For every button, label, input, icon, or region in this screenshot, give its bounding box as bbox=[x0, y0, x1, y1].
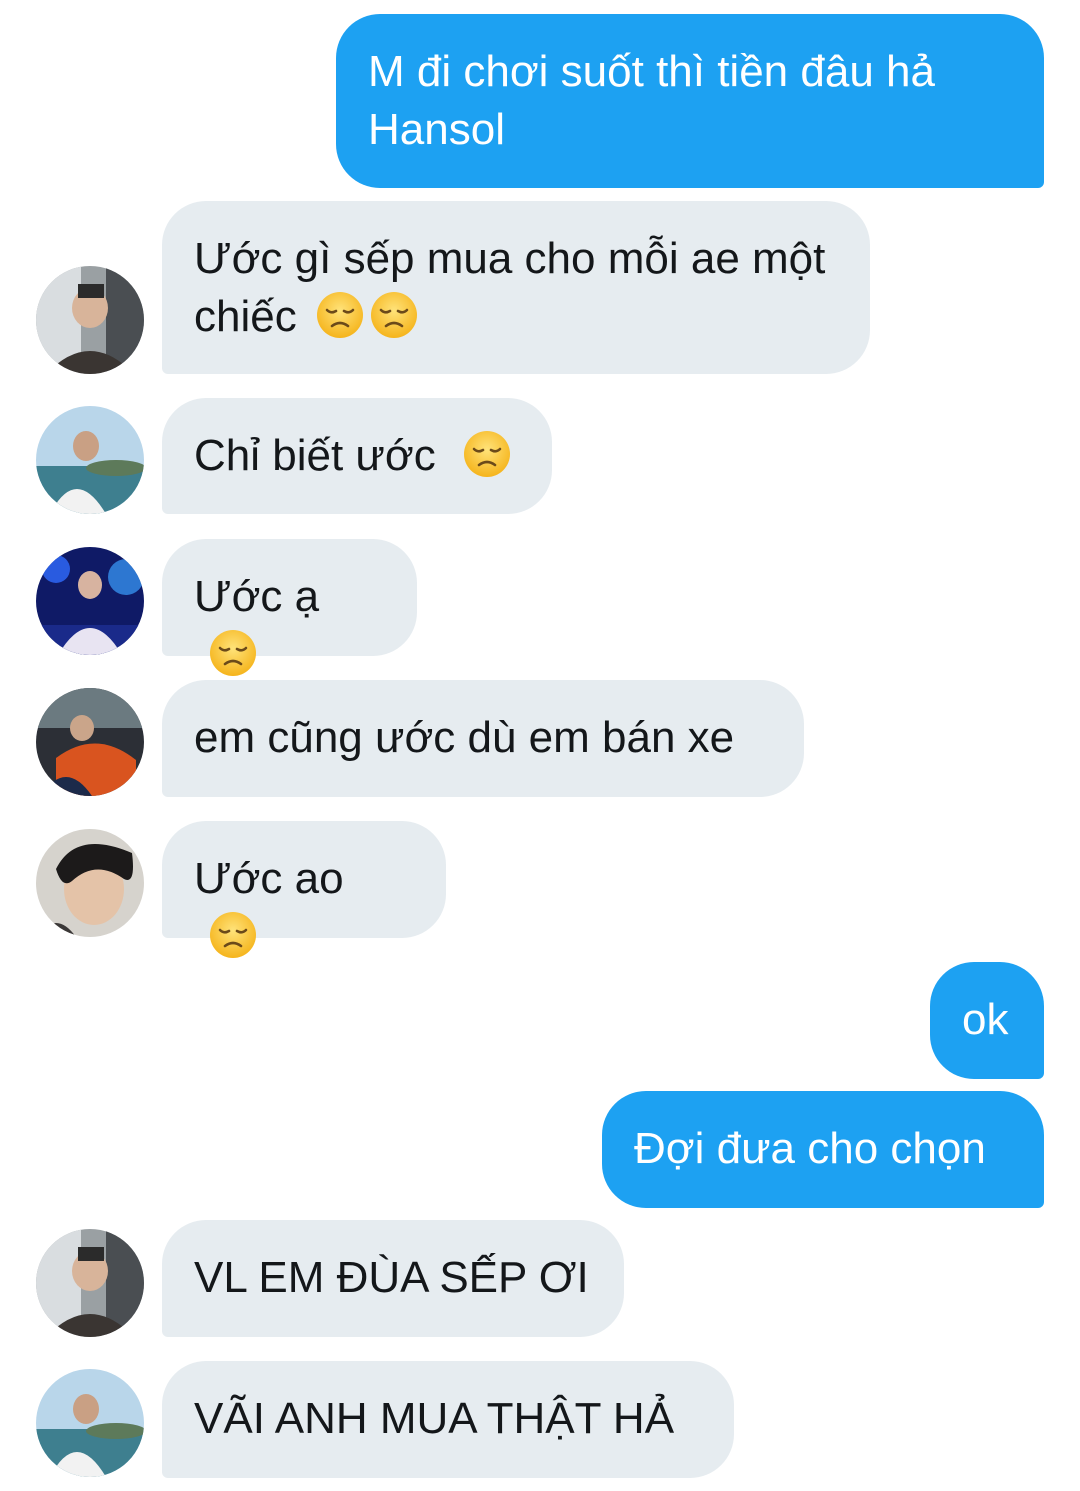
avatar[interactable] bbox=[36, 547, 144, 655]
received-message[interactable]: Ước ạ bbox=[162, 539, 417, 656]
message-text: Ước gì sếp mua cho mỗi ae một chiếc bbox=[194, 234, 826, 341]
avatar[interactable] bbox=[36, 1229, 144, 1337]
avatar[interactable] bbox=[36, 1369, 144, 1477]
message-text: M đi chơi suốt thì tiền đâu hả Hansol bbox=[368, 47, 935, 154]
avatar[interactable] bbox=[36, 688, 144, 796]
received-message[interactable]: Ước gì sếp mua cho mỗi ae một chiếc bbox=[162, 201, 870, 374]
message-text: Ước ao bbox=[194, 854, 344, 903]
received-message[interactable]: Chỉ biết ước bbox=[162, 398, 552, 514]
message-text: Chỉ biết ước bbox=[194, 431, 436, 480]
message-text: VL EM ĐÙA SẾP ƠI bbox=[194, 1253, 589, 1302]
disappointed-face-icon bbox=[315, 290, 365, 340]
disappointed-face-icon bbox=[208, 628, 258, 678]
sent-message[interactable]: M đi chơi suốt thì tiền đâu hả Hansol bbox=[336, 14, 1044, 188]
message-text: Ước ạ bbox=[194, 572, 320, 621]
avatar[interactable] bbox=[36, 829, 144, 937]
received-message[interactable]: VÃI ANH MUA THẬT HẢ bbox=[162, 1361, 734, 1478]
received-message[interactable]: em cũng ước dù em bán xe bbox=[162, 680, 804, 797]
sent-message[interactable]: Đợi đưa cho chọn bbox=[602, 1091, 1044, 1208]
message-text: ok bbox=[962, 995, 1009, 1044]
sent-message[interactable]: ok bbox=[930, 962, 1044, 1079]
received-message[interactable]: VL EM ĐÙA SẾP ƠI bbox=[162, 1220, 624, 1337]
received-message[interactable]: Ước ao bbox=[162, 821, 446, 938]
disappointed-face-icon bbox=[369, 290, 419, 340]
disappointed-face-icon bbox=[208, 910, 258, 960]
disappointed-face-icon bbox=[462, 429, 512, 479]
message-text: Đợi đưa cho chọn bbox=[634, 1124, 986, 1173]
avatar[interactable] bbox=[36, 406, 144, 514]
message-text: em cũng ước dù em bán xe bbox=[194, 713, 735, 762]
avatar[interactable] bbox=[36, 266, 144, 374]
message-text: VÃI ANH MUA THẬT HẢ bbox=[194, 1394, 675, 1443]
